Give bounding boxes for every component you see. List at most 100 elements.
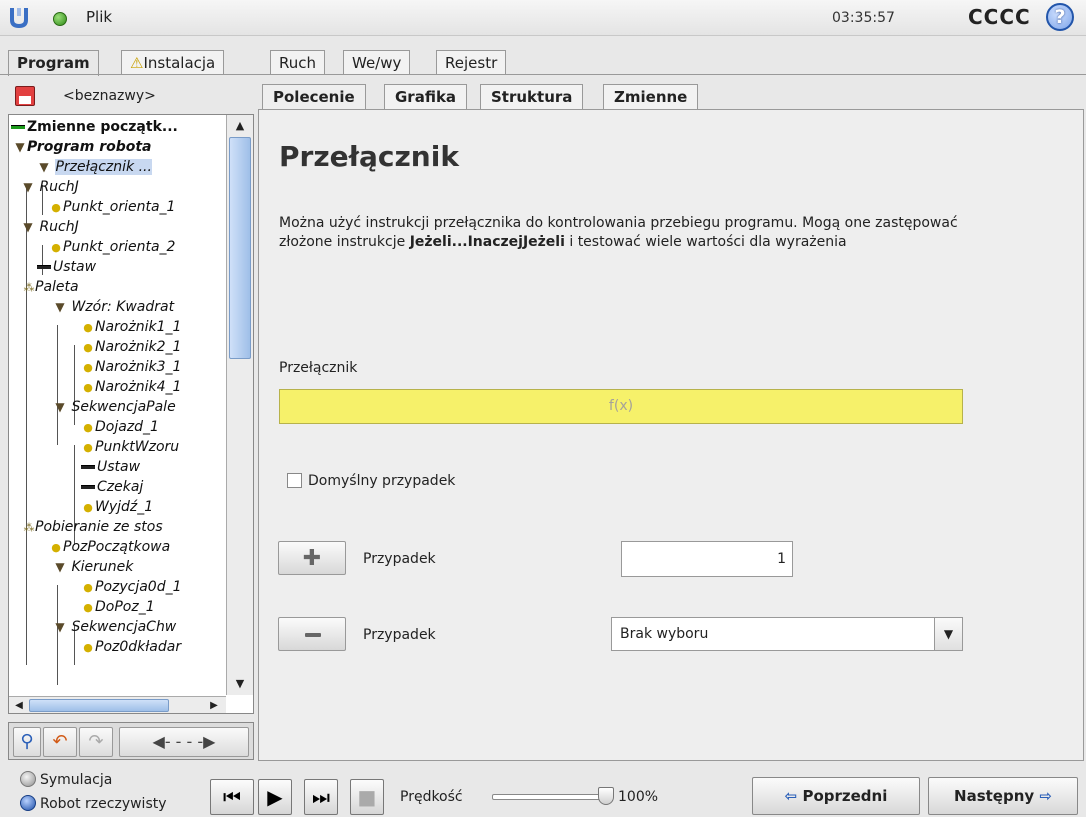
- tree-node-set-1[interactable]: Ustaw: [37, 257, 96, 277]
- tree-vertical-scrollbar[interactable]: ▲ ▼: [226, 115, 253, 695]
- default-case-checkbox[interactable]: Domyślny przypadek: [287, 473, 455, 489]
- case-label: Przypadek: [363, 627, 436, 643]
- chevron-down-icon[interactable]: ▼: [934, 618, 962, 650]
- arrow-right-icon: ⇨: [1039, 787, 1052, 805]
- previous-button[interactable]: ⇦ Poprzedni: [752, 777, 920, 815]
- waypoint-icon: ●: [83, 601, 93, 614]
- tab-io[interactable]: We/wy: [343, 50, 411, 75]
- tree-node-exit[interactable]: ● Wyjdź_1: [81, 497, 153, 517]
- help-icon[interactable]: ?: [1046, 3, 1074, 31]
- tree-node-variables[interactable]: Zmienne początk...: [11, 117, 178, 137]
- waypoint-icon: ●: [51, 201, 61, 214]
- radio-selected-icon[interactable]: [20, 795, 36, 811]
- page-title: Przełącznik: [279, 140, 459, 173]
- tab-graphics[interactable]: Grafika: [384, 84, 468, 110]
- scroll-down-icon[interactable]: ▼: [229, 675, 251, 693]
- tree-node-corner-2[interactable]: ● Narożnik2_1: [81, 337, 181, 357]
- tab-log[interactable]: Rejestr: [436, 50, 507, 75]
- tree-node-set-2[interactable]: Ustaw: [81, 457, 140, 477]
- tree-node-corner-3[interactable]: ● Narożnik3_1: [81, 357, 181, 377]
- waypoint-icon: ●: [83, 341, 93, 354]
- scroll-right-icon[interactable]: ▶: [206, 698, 222, 713]
- simulation-radio[interactable]: Symulacja: [20, 771, 112, 788]
- triangle-icon: ▼: [39, 160, 49, 174]
- tree-node-waypoint-2[interactable]: ● Punkt_orienta_2: [49, 237, 175, 257]
- tree-node-approach[interactable]: ● Dojazd_1: [81, 417, 159, 437]
- speed-slider-handle[interactable]: [598, 787, 614, 805]
- pallet-icon: ⁂: [23, 281, 35, 294]
- scroll-up-icon[interactable]: ▲: [229, 117, 251, 135]
- add-case-button[interactable]: ✚: [278, 541, 346, 575]
- tree-node-direction[interactable]: ▼ Kierunek: [53, 557, 133, 577]
- minus-icon: [305, 633, 321, 637]
- expression-field[interactable]: f(x): [279, 389, 963, 424]
- tree-node-wait[interactable]: Czekaj: [81, 477, 143, 497]
- tree-node-corner-4[interactable]: ● Narożnik4_1: [81, 377, 181, 397]
- case-value-input[interactable]: 1: [621, 541, 793, 577]
- triangle-icon: ▼: [23, 220, 33, 234]
- save-icon[interactable]: [15, 86, 35, 106]
- speed-value: 100%: [618, 789, 659, 805]
- stop-icon[interactable]: ■: [350, 779, 384, 815]
- real-robot-radio[interactable]: Robot rzeczywisty: [20, 795, 167, 812]
- tree-node-movej-1[interactable]: ▼ RuchJ: [21, 177, 78, 197]
- scroll-thumb[interactable]: [229, 137, 251, 359]
- case-label: Przypadek: [363, 551, 436, 567]
- set-icon: [81, 465, 95, 469]
- tree-node-corner-1[interactable]: ● Narożnik1_1: [81, 317, 181, 337]
- case-select[interactable]: Brak wyboru ▼: [611, 617, 963, 651]
- bottom-bar: Symulacja Robot rzeczywisty ⏮ ▶ ⏭ ■ Pręd…: [0, 763, 1086, 817]
- tree-node-pattern[interactable]: ▼ Wzór: Kwadrat: [53, 297, 174, 317]
- file-menu[interactable]: Plik: [86, 8, 112, 26]
- remove-case-button[interactable]: [278, 617, 346, 651]
- tree-horizontal-scrollbar[interactable]: ◀ ▶: [9, 696, 226, 713]
- tree-node-to-pos[interactable]: ● DoPoz_1: [81, 597, 154, 617]
- play-icon[interactable]: ▶: [258, 779, 292, 815]
- speed-slider[interactable]: [492, 794, 606, 800]
- tab-variables[interactable]: Zmienne: [603, 84, 699, 110]
- step-icon[interactable]: ⏭: [304, 779, 338, 815]
- waypoint-icon: ●: [83, 641, 93, 654]
- tab-installation[interactable]: ⚠Instalacja: [121, 50, 225, 75]
- tree-node-robot-program[interactable]: ▼ Program robota: [13, 137, 151, 157]
- waypoint-icon: ●: [83, 361, 93, 374]
- program-tree-panel: Zmienne początk... ▼ Program robota ▼ Prz…: [8, 114, 254, 714]
- undo-icon[interactable]: ↶: [43, 727, 77, 757]
- move-node-icon[interactable]: ◀- - - -▶: [119, 727, 249, 757]
- scroll-thumb-horizontal[interactable]: [29, 699, 169, 712]
- tree-node-switch[interactable]: ▼ Przełącznik ...: [37, 157, 152, 177]
- tab-command[interactable]: Polecenie: [262, 84, 366, 110]
- variables-icon: [11, 125, 25, 129]
- tree-node-pallet-sequence[interactable]: ▼ SekwencjaPale: [53, 397, 175, 417]
- search-icon[interactable]: ⚲: [13, 727, 41, 757]
- description: Można użyć instrukcji przełącznika do ko…: [279, 215, 958, 250]
- tree-node-waypoint-1[interactable]: ● Punkt_orienta_1: [49, 197, 175, 217]
- program-tree[interactable]: Zmienne początk... ▼ Program robota ▼ Prz…: [9, 115, 219, 695]
- waypoint-icon: ●: [51, 541, 61, 554]
- tree-node-from-pos[interactable]: ● Pozycja0d_1: [81, 577, 181, 597]
- tree-node-movej-2[interactable]: ▼ RuchJ: [21, 217, 78, 237]
- tab-program[interactable]: Program: [8, 50, 99, 76]
- tree-toolbar: ⚲ ↶ ↷ ◀- - - -▶: [8, 722, 254, 760]
- tree-node-drop-pos[interactable]: ● Poz0dkładar: [81, 637, 181, 657]
- skip-back-icon[interactable]: ⏮: [210, 779, 254, 815]
- tree-node-pattern-point[interactable]: ● PunktWzoru: [81, 437, 179, 457]
- checkbox-icon[interactable]: [287, 473, 302, 488]
- waypoint-icon: ●: [83, 321, 93, 334]
- next-button[interactable]: Następny ⇨: [928, 777, 1078, 815]
- tree-node-pallet[interactable]: ⁂ Paleta: [21, 277, 79, 297]
- scroll-left-icon[interactable]: ◀: [11, 698, 27, 713]
- tree-node-destack[interactable]: ⁂ Pobieranie ze stos: [21, 517, 163, 537]
- triangle-icon: ▼: [55, 400, 65, 414]
- waypoint-icon: ●: [83, 441, 93, 454]
- command-panel: Przełącznik Można użyć instrukcji przełą…: [258, 109, 1084, 761]
- triangle-icon: ▼: [55, 560, 65, 574]
- tab-structure[interactable]: Struktura: [480, 84, 584, 110]
- radio-icon[interactable]: [20, 771, 36, 787]
- tab-move[interactable]: Ruch: [270, 50, 326, 75]
- redo-icon[interactable]: ↷: [79, 727, 113, 757]
- triangle-icon: ▼: [23, 180, 33, 194]
- waypoint-icon: ●: [83, 501, 93, 514]
- tree-node-grip-sequence[interactable]: ▼ SekwencjaChw: [53, 617, 176, 637]
- tree-node-start-pos[interactable]: ● PozPoczątkowa: [49, 537, 170, 557]
